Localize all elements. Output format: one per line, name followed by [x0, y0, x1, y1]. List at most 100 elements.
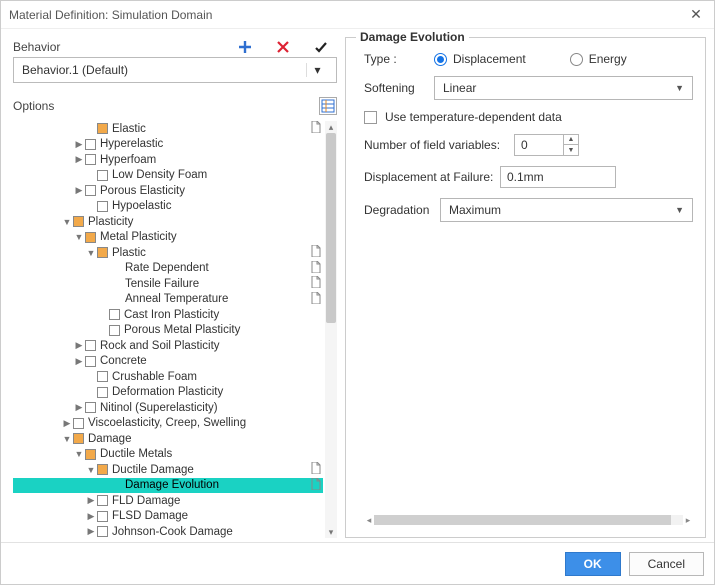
expand-icon[interactable]: ▼ [73, 449, 85, 459]
scroll-left-icon[interactable]: ◂ [364, 515, 374, 526]
tree-checkbox[interactable] [97, 371, 108, 382]
tree-node[interactable]: Tensile Failure [13, 276, 323, 292]
tree-node[interactable]: ▶Nitinol (Superelasticity) [13, 400, 323, 416]
tree-node[interactable]: Low Density Foam [13, 168, 323, 184]
options-view-icon[interactable] [319, 97, 337, 115]
nfv-input[interactable]: 0 [514, 134, 564, 156]
spin-up-icon[interactable]: ▲ [564, 135, 578, 145]
cancel-button[interactable]: Cancel [629, 552, 704, 576]
options-tree[interactable]: Elastic▶Hyperelastic▶HyperfoamLow Densit… [13, 121, 337, 538]
tree-node[interactable]: Porous Metal Plasticity [13, 323, 323, 339]
softening-select[interactable]: Linear ▼ [434, 76, 693, 100]
behavior-select[interactable]: Behavior.1 (Default) ▾ [13, 57, 337, 83]
panel-h-scrollbar[interactable]: ◂ ▸ [364, 513, 693, 527]
tree-checkbox[interactable] [73, 418, 84, 429]
scrollbar-thumb[interactable] [374, 515, 671, 525]
tree-label: Tensile Failure [125, 278, 199, 290]
scrollbar-track[interactable] [374, 515, 683, 525]
tree-checkbox[interactable] [97, 170, 108, 181]
scroll-right-icon[interactable]: ▸ [683, 515, 693, 526]
expand-icon[interactable]: ▶ [73, 402, 85, 413]
expand-icon[interactable]: ▼ [73, 232, 85, 242]
type-radio-displacement[interactable]: Displacement [434, 52, 526, 66]
delete-behavior-icon[interactable] [273, 37, 293, 57]
disp-fail-input[interactable]: 0.1mm [500, 166, 616, 188]
expand-icon[interactable]: ▶ [85, 526, 97, 537]
tree-node[interactable]: ▶Viscoelasticity, Creep, Swelling [13, 416, 323, 432]
tree-checkbox[interactable] [73, 433, 84, 444]
tree-checkbox[interactable] [97, 201, 108, 212]
tree-node[interactable]: ▼Damage [13, 431, 323, 447]
tree-node[interactable]: ▼Ductile Metals [13, 447, 323, 463]
tree-checkbox[interactable] [109, 309, 120, 320]
expand-icon[interactable]: ▶ [73, 139, 85, 150]
tree-checkbox[interactable] [97, 387, 108, 398]
expand-icon[interactable]: ▶ [61, 418, 73, 429]
tree-node[interactable]: Deformation Plasticity [13, 385, 323, 401]
tree-node[interactable]: ▶Concrete [13, 354, 323, 370]
tree-node[interactable]: ▼Plastic [13, 245, 323, 261]
tree-label: Johnson-Cook Damage [112, 526, 233, 538]
tree-node[interactable]: ▼ Plasticity [13, 214, 323, 230]
confirm-behavior-icon[interactable] [311, 37, 331, 57]
tree-node[interactable]: ▶Rock and Soil Plasticity [13, 338, 323, 354]
scroll-down-icon[interactable]: ▾ [325, 526, 337, 538]
tree-node[interactable]: ▶Hyperelastic [13, 137, 323, 153]
tree-node[interactable]: Anneal Temperature [13, 292, 323, 308]
degradation-select[interactable]: Maximum ▼ [440, 198, 693, 222]
tree-checkbox[interactable] [97, 511, 108, 522]
tree-node[interactable]: ▶Porous Elasticity [13, 183, 323, 199]
tree-checkbox[interactable] [85, 449, 96, 460]
tree-node[interactable]: ▶FLD Damage [13, 493, 323, 509]
tree-checkbox[interactable] [85, 232, 96, 243]
tree-label: Plasticity [88, 216, 133, 228]
close-icon[interactable]: ✕ [686, 6, 706, 23]
tree-checkbox[interactable] [97, 464, 108, 475]
tree-label: Hyperfoam [100, 154, 156, 166]
expand-icon[interactable]: ▶ [73, 356, 85, 367]
behavior-header: Behavior [13, 37, 337, 57]
tree-node[interactable]: ▶ Johnson-Cook Damage [13, 524, 323, 538]
expand-icon[interactable]: ▼ [61, 434, 73, 444]
spin-down-icon[interactable]: ▼ [564, 145, 578, 155]
tree-node[interactable]: ▶FLSD Damage [13, 509, 323, 525]
expand-icon[interactable]: ▼ [61, 217, 73, 227]
type-radio-energy[interactable]: Energy [570, 52, 627, 66]
nfv-spinner[interactable]: ▲ ▼ [564, 134, 579, 156]
add-behavior-icon[interactable] [235, 37, 255, 57]
expand-icon[interactable]: ▶ [73, 340, 85, 351]
scrollbar-thumb[interactable] [326, 133, 336, 323]
tree-node[interactable]: Rate Dependent [13, 261, 323, 277]
tree-checkbox[interactable] [85, 356, 96, 367]
tree-scrollbar[interactable]: ▴ ▾ [325, 121, 337, 538]
tree-checkbox[interactable] [97, 123, 108, 134]
expand-icon[interactable]: ▶ [85, 495, 97, 506]
tree-checkbox[interactable] [85, 185, 96, 196]
tree-node[interactable]: Cast Iron Plasticity [13, 307, 323, 323]
ok-button[interactable]: OK [565, 552, 621, 576]
tree-node[interactable]: Hypoelastic [13, 199, 323, 215]
tree-checkbox[interactable] [109, 325, 120, 336]
expand-icon[interactable]: ▼ [85, 248, 97, 258]
tree-checkbox[interactable] [97, 247, 108, 258]
tree-checkbox[interactable] [85, 340, 96, 351]
tree-node[interactable]: Damage Evolution [13, 478, 323, 494]
tree-checkbox[interactable] [85, 139, 96, 150]
scroll-up-icon[interactable]: ▴ [325, 121, 337, 133]
tree-checkbox[interactable] [85, 402, 96, 413]
tree-checkbox[interactable] [97, 526, 108, 537]
tree-node[interactable]: Crushable Foam [13, 369, 323, 385]
tree-node[interactable]: ▼ Ductile Damage [13, 462, 323, 478]
expand-icon[interactable]: ▼ [85, 465, 97, 475]
temp-dep-checkbox[interactable] [364, 111, 377, 124]
expand-icon[interactable]: ▶ [73, 185, 85, 196]
tree-checkbox[interactable] [85, 154, 96, 165]
expand-icon[interactable]: ▶ [73, 154, 85, 165]
tree-node[interactable]: Elastic [13, 121, 323, 137]
tree-node[interactable]: ▶ Hyperfoam [13, 152, 323, 168]
tree-checkbox[interactable] [73, 216, 84, 227]
tree-label: Ductile Damage [112, 464, 194, 476]
tree-node[interactable]: ▼Metal Plasticity [13, 230, 323, 246]
tree-checkbox[interactable] [97, 495, 108, 506]
expand-icon[interactable]: ▶ [85, 511, 97, 522]
